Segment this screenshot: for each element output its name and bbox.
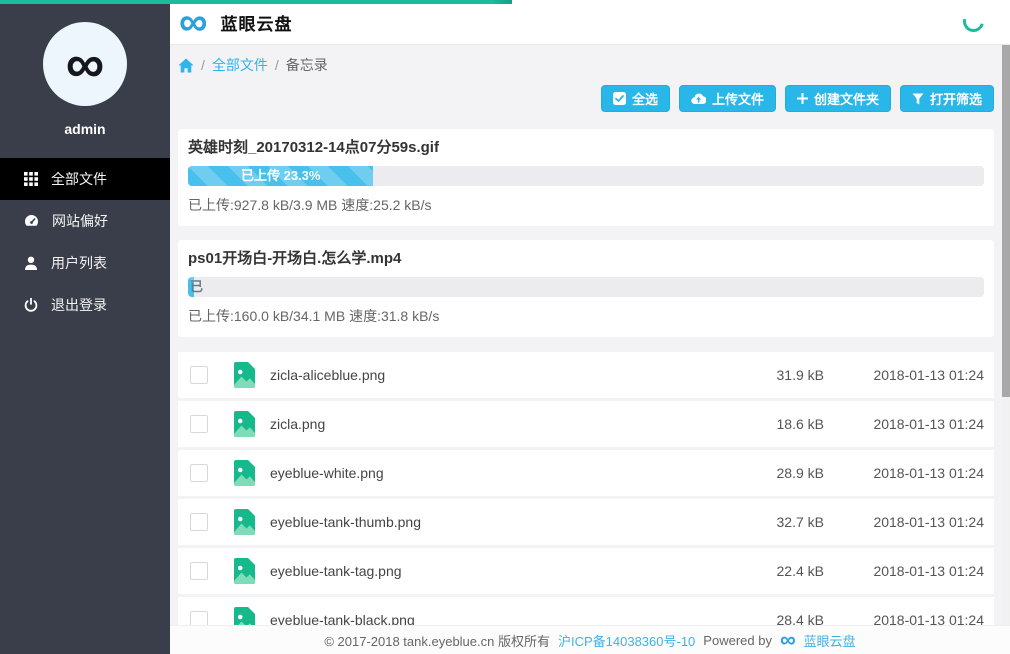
file-size: 28.4 kB bbox=[714, 612, 824, 625]
upload-card: ps01开场白-开场白.怎么学.mp4 已 已上传:160.0 kB/34.1 … bbox=[178, 240, 994, 337]
sidebar: ∞ admin 全部文件 网站偏好 bbox=[0, 0, 170, 654]
file-name[interactable]: zicla.png bbox=[270, 416, 714, 432]
sidebar-item-label: 全部文件 bbox=[51, 169, 107, 189]
sidebar-item-logout[interactable]: 退出登录 bbox=[0, 284, 170, 326]
sidebar-item-site-preferences[interactable]: 网站偏好 bbox=[0, 200, 170, 242]
footer-infinity-logo-icon: ∞ bbox=[780, 631, 796, 649]
file-size: 31.9 kB bbox=[714, 367, 824, 383]
file-name[interactable]: eyeblue-white.png bbox=[270, 465, 714, 481]
image-file-icon bbox=[234, 411, 255, 437]
sidebar-item-label: 退出登录 bbox=[51, 295, 107, 315]
infinity-logo-icon: ∞ bbox=[66, 40, 105, 89]
open-filter-button[interactable]: 打开筛选 bbox=[900, 85, 994, 112]
image-file-icon bbox=[234, 460, 255, 486]
topbar: ∞ 蓝眼云盘 bbox=[170, 0, 1010, 45]
button-label: 打开筛选 bbox=[930, 89, 982, 108]
cloud-upload-icon bbox=[691, 92, 706, 105]
file-row[interactable]: eyeblue-tank-tag.png 22.4 kB 2018-01-13 … bbox=[178, 548, 994, 594]
power-icon bbox=[24, 298, 38, 312]
file-date: 2018-01-13 01:24 bbox=[834, 612, 984, 625]
footer: © 2017-2018 tank.eyeblue.cn 版权所有 沪ICP备14… bbox=[170, 625, 1010, 654]
scrollbar-thumb[interactable] bbox=[1002, 45, 1010, 397]
upload-progress-track: 已上传 23.3% bbox=[188, 166, 984, 186]
image-file-icon bbox=[234, 362, 255, 388]
file-checkbox[interactable] bbox=[190, 464, 208, 482]
file-row[interactable]: zicla-aliceblue.png 31.9 kB 2018-01-13 0… bbox=[178, 352, 994, 398]
breadcrumb-link-all-files[interactable]: 全部文件 bbox=[212, 55, 268, 75]
image-file-icon bbox=[234, 509, 255, 535]
upload-progress-track: 已 bbox=[188, 277, 984, 297]
loading-spinner-icon bbox=[959, 7, 988, 36]
app-title: 蓝眼云盘 bbox=[221, 10, 293, 35]
sidebar-item-label: 用户列表 bbox=[51, 253, 107, 273]
file-checkbox[interactable] bbox=[190, 415, 208, 433]
file-row[interactable]: zicla.png 18.6 kB 2018-01-13 01:24 bbox=[178, 401, 994, 447]
home-icon[interactable] bbox=[178, 58, 194, 73]
file-date: 2018-01-13 01:24 bbox=[834, 465, 984, 481]
file-size: 22.4 kB bbox=[714, 563, 824, 579]
upload-progress-fill: 已上传 23.3% bbox=[188, 166, 373, 186]
image-file-icon bbox=[234, 607, 255, 625]
sidebar-menu: 全部文件 网站偏好 用户列表 退出登录 bbox=[0, 158, 170, 326]
user-icon bbox=[24, 256, 38, 270]
plus-icon bbox=[797, 93, 808, 104]
username: admin bbox=[0, 121, 170, 137]
breadcrumb-separator: / bbox=[275, 57, 279, 73]
button-label: 全选 bbox=[632, 89, 658, 108]
file-size: 18.6 kB bbox=[714, 416, 824, 432]
toolbar: 全选 上传文件 创建文件夹 打开筛选 bbox=[178, 85, 994, 112]
select-all-button[interactable]: 全选 bbox=[601, 85, 670, 112]
footer-copyright: © 2017-2018 tank.eyeblue.cn 版权所有 bbox=[324, 631, 550, 650]
grid-icon bbox=[24, 172, 38, 186]
file-checkbox[interactable] bbox=[190, 366, 208, 384]
file-list: zicla-aliceblue.png 31.9 kB 2018-01-13 0… bbox=[178, 352, 994, 625]
file-name[interactable]: zicla-aliceblue.png bbox=[270, 367, 714, 383]
gauge-icon bbox=[24, 214, 39, 228]
upload-filename: ps01开场白-开场白.怎么学.mp4 bbox=[188, 249, 984, 269]
file-size: 32.7 kB bbox=[714, 514, 824, 530]
file-row[interactable]: eyeblue-tank-black.png 28.4 kB 2018-01-1… bbox=[178, 597, 994, 625]
check-square-icon bbox=[613, 92, 626, 105]
image-file-icon bbox=[234, 558, 255, 584]
page-loading-bar bbox=[0, 0, 512, 4]
upload-file-button[interactable]: 上传文件 bbox=[679, 85, 776, 112]
footer-icp-link[interactable]: 沪ICP备14038360号-10 bbox=[558, 631, 695, 650]
breadcrumb: / 全部文件 / 备忘录 bbox=[178, 55, 994, 75]
file-name[interactable]: eyeblue-tank-black.png bbox=[270, 612, 714, 625]
button-label: 创建文件夹 bbox=[814, 89, 879, 108]
sidebar-item-user-list[interactable]: 用户列表 bbox=[0, 242, 170, 284]
avatar[interactable]: ∞ bbox=[43, 22, 127, 106]
button-label: 上传文件 bbox=[712, 89, 764, 108]
file-size: 28.9 kB bbox=[714, 465, 824, 481]
file-name[interactable]: eyeblue-tank-thumb.png bbox=[270, 514, 714, 530]
footer-brand-link[interactable]: 蓝眼云盘 bbox=[804, 631, 856, 650]
sidebar-item-all-files[interactable]: 全部文件 bbox=[0, 158, 170, 200]
upload-status-text: 已上传:927.8 kB/3.9 MB 速度:25.2 kB/s bbox=[188, 195, 984, 215]
file-date: 2018-01-13 01:24 bbox=[834, 563, 984, 579]
file-checkbox[interactable] bbox=[190, 562, 208, 580]
file-date: 2018-01-13 01:24 bbox=[834, 514, 984, 530]
sidebar-item-label: 网站偏好 bbox=[52, 211, 108, 231]
file-checkbox[interactable] bbox=[190, 513, 208, 531]
file-row[interactable]: eyeblue-tank-thumb.png 32.7 kB 2018-01-1… bbox=[178, 499, 994, 545]
footer-powered-by: Powered by bbox=[703, 633, 772, 648]
upload-filename: 英雄时刻_20170312-14点07分59s.gif bbox=[188, 138, 984, 158]
app-logo-infinity-icon[interactable]: ∞ bbox=[179, 6, 208, 38]
filter-icon bbox=[912, 93, 924, 105]
file-name[interactable]: eyeblue-tank-tag.png bbox=[270, 563, 714, 579]
upload-card: 英雄时刻_20170312-14点07分59s.gif 已上传 23.3% 已上… bbox=[178, 129, 994, 226]
file-date: 2018-01-13 01:24 bbox=[834, 416, 984, 432]
file-checkbox[interactable] bbox=[190, 611, 208, 625]
file-row[interactable]: eyeblue-white.png 28.9 kB 2018-01-13 01:… bbox=[178, 450, 994, 496]
upload-status-text: 已上传:160.0 kB/34.1 MB 速度:31.8 kB/s bbox=[188, 306, 984, 326]
breadcrumb-current: 备忘录 bbox=[286, 55, 328, 75]
main-content: / 全部文件 / 备忘录 全选 上传文件 创建文件夹 bbox=[170, 45, 1002, 625]
create-folder-button[interactable]: 创建文件夹 bbox=[785, 85, 891, 112]
file-date: 2018-01-13 01:24 bbox=[834, 367, 984, 383]
upload-progress-label-clipped: 已 bbox=[190, 277, 203, 297]
breadcrumb-separator: / bbox=[201, 57, 205, 73]
vertical-scrollbar[interactable] bbox=[1002, 45, 1010, 625]
